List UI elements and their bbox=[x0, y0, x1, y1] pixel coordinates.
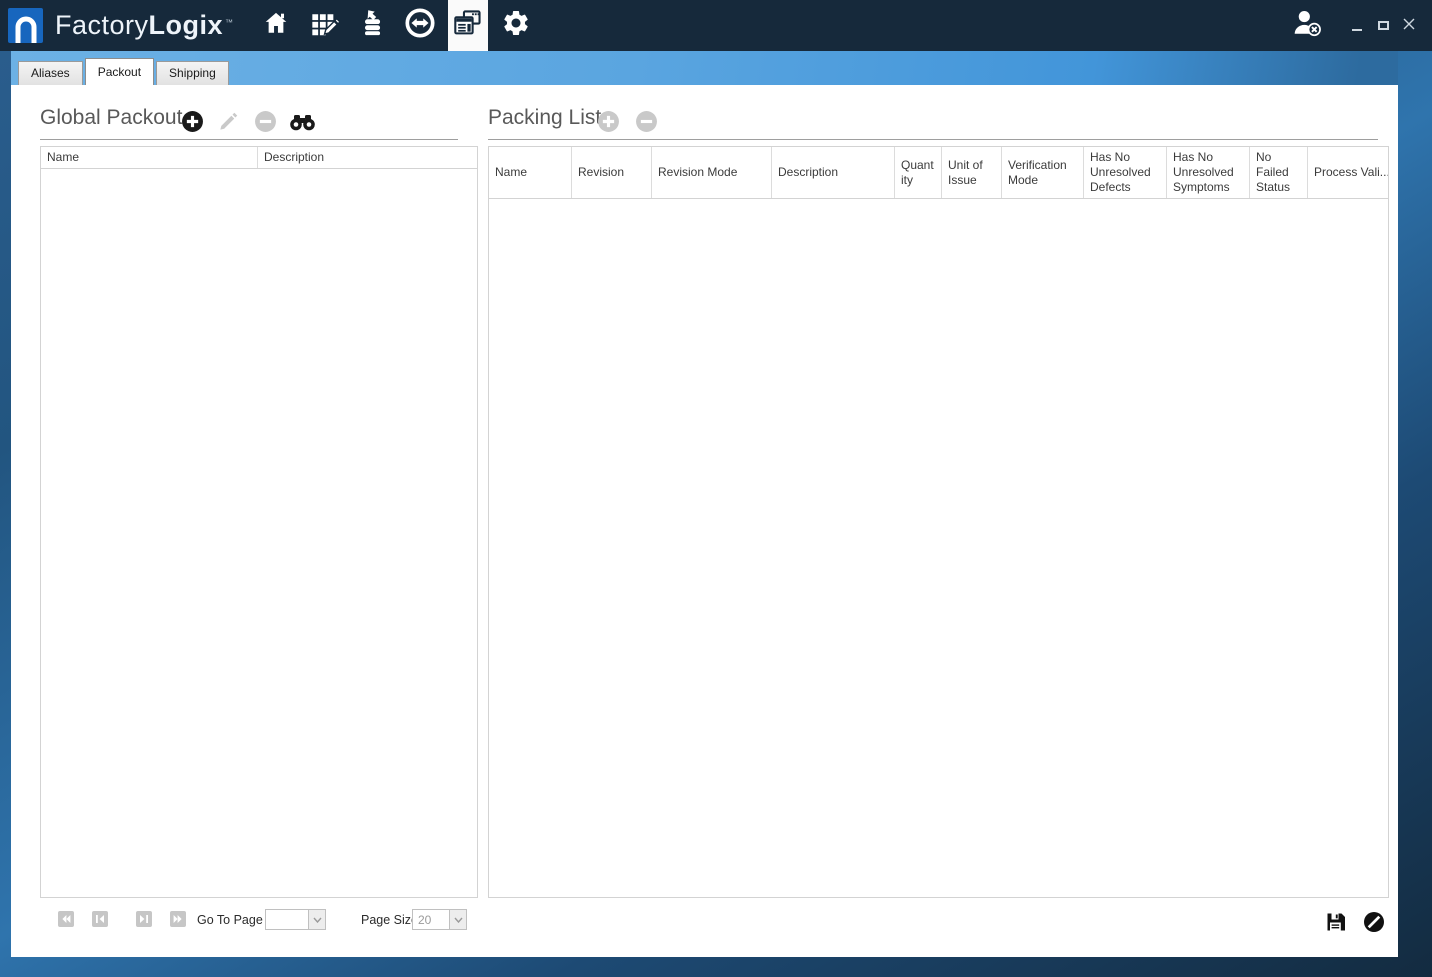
global-packout-find-button[interactable] bbox=[289, 112, 316, 135]
column-header-revision[interactable]: Revision bbox=[572, 147, 652, 198]
global-packout-edit-button[interactable] bbox=[217, 110, 240, 133]
global-packout-table-header: Name Description bbox=[41, 147, 477, 169]
chevron-down-icon bbox=[312, 917, 322, 923]
settings-gear-icon bbox=[501, 8, 531, 43]
user-signout-button[interactable] bbox=[1292, 9, 1322, 42]
next-page-button[interactable] bbox=[136, 911, 152, 927]
factorylogix-logo-icon bbox=[8, 8, 43, 43]
window-controls bbox=[1292, 0, 1432, 51]
packing-list-remove-button[interactable] bbox=[635, 110, 658, 133]
first-page-icon bbox=[62, 915, 71, 923]
planning-nav-button[interactable] bbox=[300, 0, 348, 51]
tab-shipping[interactable]: Shipping bbox=[156, 61, 229, 85]
settings-nav-button[interactable] bbox=[492, 0, 540, 51]
maximize-icon bbox=[1377, 21, 1389, 30]
go-to-page-dropdown-button[interactable] bbox=[308, 910, 325, 929]
cancel-slash-icon bbox=[1364, 912, 1384, 932]
global-packout-remove-button[interactable] bbox=[254, 110, 277, 133]
close-button[interactable] bbox=[1396, 13, 1422, 39]
previous-page-icon bbox=[96, 915, 104, 923]
column-header-name[interactable]: Name bbox=[489, 147, 572, 198]
packing-list-table-header: Name Revision Revision Mode Description … bbox=[489, 147, 1388, 199]
previous-page-button[interactable] bbox=[92, 911, 108, 927]
global-packout-title: Global Packout bbox=[40, 106, 183, 129]
minimize-button[interactable] bbox=[1344, 13, 1370, 39]
column-header-has-no-unresolved-symptoms[interactable]: Has No Unresolved Symptoms bbox=[1167, 147, 1250, 198]
home-nav-button[interactable] bbox=[252, 0, 300, 51]
page-size-value: 20 bbox=[418, 913, 432, 927]
materials-database-icon bbox=[357, 9, 387, 42]
materials-nav-button[interactable] bbox=[348, 0, 396, 51]
column-header-description[interactable]: Description bbox=[772, 147, 895, 198]
go-to-page-dropdown[interactable] bbox=[265, 909, 326, 930]
trademark: ™ bbox=[225, 18, 234, 27]
titlebar: Factory Logix ™ bbox=[0, 0, 1432, 51]
maximize-button[interactable] bbox=[1370, 13, 1396, 39]
tab-aliases[interactable]: Aliases bbox=[18, 61, 83, 85]
save-button[interactable] bbox=[1325, 911, 1347, 933]
transfer-arrows-icon bbox=[404, 8, 435, 43]
column-header-unit-of-issue[interactable]: Unit of Issue bbox=[942, 147, 1002, 198]
packing-list-table[interactable]: Name Revision Revision Mode Description … bbox=[488, 146, 1389, 898]
packout-page: Global Packout Name Description Packing … bbox=[11, 85, 1398, 957]
tab-packout[interactable]: Packout bbox=[84, 58, 155, 85]
user-signout-icon bbox=[1292, 9, 1322, 42]
global-packout-table-body[interactable] bbox=[41, 169, 477, 897]
go-to-page-value bbox=[266, 910, 308, 929]
close-icon bbox=[1403, 17, 1415, 35]
minimize-icon bbox=[1352, 28, 1362, 31]
column-header-process-validation[interactable]: Process Vali... bbox=[1308, 147, 1388, 198]
app-title: Factory Logix ™ bbox=[55, 10, 234, 41]
production-windows-icon bbox=[453, 8, 483, 43]
save-floppy-icon bbox=[1327, 913, 1345, 931]
tab-strip: Aliases Packout Shipping bbox=[11, 51, 1398, 85]
home-icon bbox=[262, 10, 290, 41]
tabs: Aliases Packout Shipping bbox=[18, 58, 231, 85]
cancel-button[interactable] bbox=[1363, 911, 1385, 933]
packing-list-add-button[interactable] bbox=[597, 110, 620, 133]
column-header-quantity[interactable]: Quantity bbox=[895, 147, 942, 198]
brand-light: Factory bbox=[55, 10, 149, 40]
packing-list-table-body[interactable] bbox=[489, 199, 1388, 897]
column-header-no-failed-status[interactable]: No Failed Status bbox=[1250, 147, 1308, 198]
global-packout-divider bbox=[40, 139, 458, 140]
page-size-label: Page Size bbox=[361, 913, 418, 927]
column-header-verification-mode[interactable]: Verification Mode bbox=[1002, 147, 1084, 198]
app-window: { "window": { "brand": { "letter": "n", … bbox=[0, 0, 1432, 977]
column-header-revision-mode[interactable]: Revision Mode bbox=[652, 147, 772, 198]
column-header-has-no-unresolved-defects[interactable]: Has No Unresolved Defects bbox=[1084, 147, 1167, 198]
go-to-page-label: Go To Page bbox=[197, 913, 263, 927]
last-page-icon bbox=[173, 915, 182, 923]
packing-list-title: Packing List: bbox=[488, 106, 608, 129]
first-page-button[interactable] bbox=[58, 911, 74, 927]
production-nav-button-active[interactable] bbox=[447, 0, 488, 51]
global-packout-table[interactable]: Name Description bbox=[40, 146, 478, 898]
brand-bold: Logix bbox=[148, 10, 224, 40]
main-navigation bbox=[252, 0, 540, 51]
column-header-name[interactable]: Name bbox=[41, 147, 258, 168]
packing-list-divider bbox=[488, 139, 1378, 140]
next-page-icon bbox=[140, 915, 148, 923]
window-content: Aliases Packout Shipping Global Packout bbox=[11, 51, 1398, 957]
chevron-down-icon bbox=[453, 917, 463, 923]
transfer-nav-button[interactable] bbox=[396, 0, 444, 51]
column-header-description[interactable]: Description bbox=[258, 147, 477, 168]
planning-grid-pencil-icon bbox=[309, 9, 341, 42]
last-page-button[interactable] bbox=[170, 911, 186, 927]
page-size-dropdown-button[interactable] bbox=[449, 910, 466, 929]
global-packout-add-button[interactable] bbox=[181, 110, 204, 133]
page-size-dropdown[interactable]: 20 bbox=[412, 909, 467, 930]
